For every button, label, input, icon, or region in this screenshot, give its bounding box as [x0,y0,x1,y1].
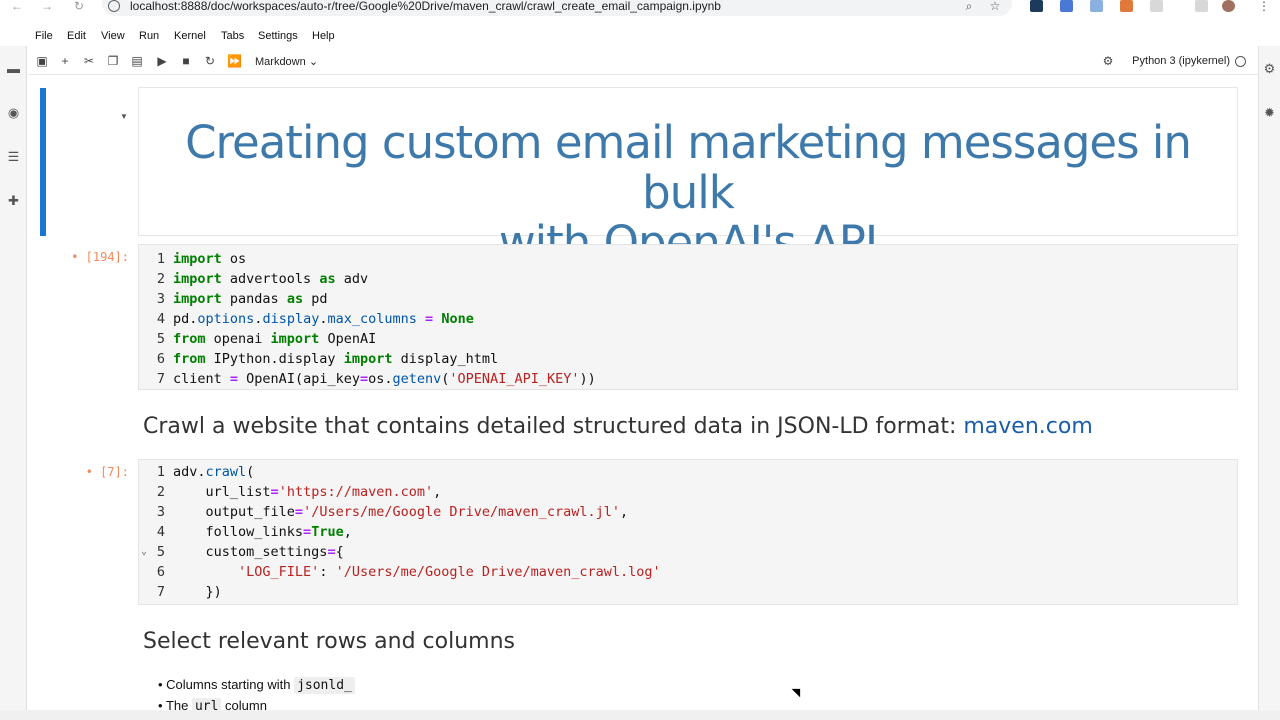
menu-file[interactable]: File [35,30,53,42]
bullet-text: Columns starting with [166,677,295,692]
paste-icon[interactable]: ▤ [130,54,144,68]
menu-help[interactable]: Help [312,30,335,42]
stop-icon[interactable]: ■ [179,54,193,68]
extensions-icon[interactable]: ✚ [6,194,21,208]
save-icon[interactable]: ▣ [35,54,49,68]
section-heading-select: Select relevant rows and columns [143,629,515,654]
mouse-cursor-icon [791,684,805,698]
title-line-1: Creating custom email marketing messages… [185,116,1192,219]
menu-view[interactable]: View [101,30,125,42]
extension-icon[interactable] [1030,0,1043,12]
right-sidebar: ⚙ ✹ [1258,46,1280,710]
status-bar [0,710,1280,720]
menu-bar: File Edit View Run Kernel Tabs Settings … [0,26,1280,46]
maven-link[interactable]: maven.com [963,414,1092,439]
copy-icon[interactable]: ❐ [106,54,120,68]
menu-icon[interactable]: ⋮ [1255,0,1273,14]
folder-icon[interactable]: ▬ [6,62,21,76]
kernel-settings-icon[interactable]: ⚙ [1101,54,1115,68]
running-icon[interactable]: ◉ [6,106,21,120]
sidepanel-icon[interactable] [1195,0,1208,12]
back-icon[interactable]: ← [8,0,26,14]
menu-edit[interactable]: Edit [67,30,86,42]
inline-code: jsonld_ [294,677,355,694]
forward-icon[interactable]: → [38,0,56,14]
browser-toolbar: ← → ↻ localhost:8888/doc/workspaces/auto… [0,0,1280,18]
section-heading-crawl: Crawl a website that contains detailed s… [143,414,1093,439]
cell-type-label: Markdown [255,56,306,68]
puzzle-icon[interactable] [1150,0,1163,12]
extension-icon[interactable] [1090,0,1103,12]
cut-icon[interactable]: ✂ [82,54,96,68]
toc-icon[interactable]: ☰ [6,150,21,164]
cell-type-select[interactable]: Markdown ⌄ [255,55,318,68]
collapse-caret-icon[interactable]: ▼ [120,112,128,121]
profile-avatar[interactable] [1222,0,1235,12]
active-cell-indicator [40,88,46,236]
bookmark-star-icon[interactable]: ☆ [986,0,1004,14]
property-inspector-icon[interactable]: ⚙ [1262,62,1277,76]
menu-run[interactable]: Run [139,30,159,42]
restart-icon[interactable]: ↻ [203,54,217,68]
fast-forward-icon[interactable]: ⏩ [227,54,242,68]
menu-settings[interactable]: Settings [258,30,298,42]
list-item: • Columns starting with jsonld_ [158,677,355,694]
left-sidebar: ▬ ◉ ☰ ✚ [0,46,27,710]
run-icon[interactable]: ▶ [155,54,169,68]
heading-text: Crawl a website that contains detailed s… [143,414,964,439]
site-info-icon[interactable] [108,0,120,12]
add-cell-icon[interactable]: + [58,54,72,68]
url-text[interactable]: localhost:8888/doc/workspaces/auto-r/tre… [130,0,721,12]
code-cell-imports[interactable]: 1 import os 2 import advertools as adv 3 im… [138,244,1238,390]
kernel-status-icon [1235,56,1246,67]
extension-icon[interactable] [1120,0,1133,12]
extension-icon[interactable] [1060,0,1073,12]
chevron-down-icon: ⌄ [308,56,319,68]
execution-count: [7]: [100,465,129,479]
cell-prompt: • [194]: [71,250,129,264]
reload-icon[interactable]: ↻ [70,0,88,14]
code-cell-crawl[interactable]: 1 adv.crawl( 2 url_list='https://maven.co… [138,459,1238,605]
debugger-icon[interactable]: ✹ [1262,106,1277,120]
menu-tabs[interactable]: Tabs [221,30,244,42]
cell-prompt: • [7]: [85,465,129,479]
kernel-name[interactable]: Python 3 (ipykernel) [1132,55,1230,67]
notebook-toolbar: ▣ + ✂ ❐ ▤ ▶ ■ ↻ ⏩ Markdown ⌄ ⚙ Python 3 … [28,49,1258,75]
execution-count: [194]: [85,250,129,264]
fold-icon[interactable]: ⌄ [141,542,147,562]
zoom-icon[interactable]: ⌕ [960,0,978,14]
menu-kernel[interactable]: Kernel [174,30,206,42]
